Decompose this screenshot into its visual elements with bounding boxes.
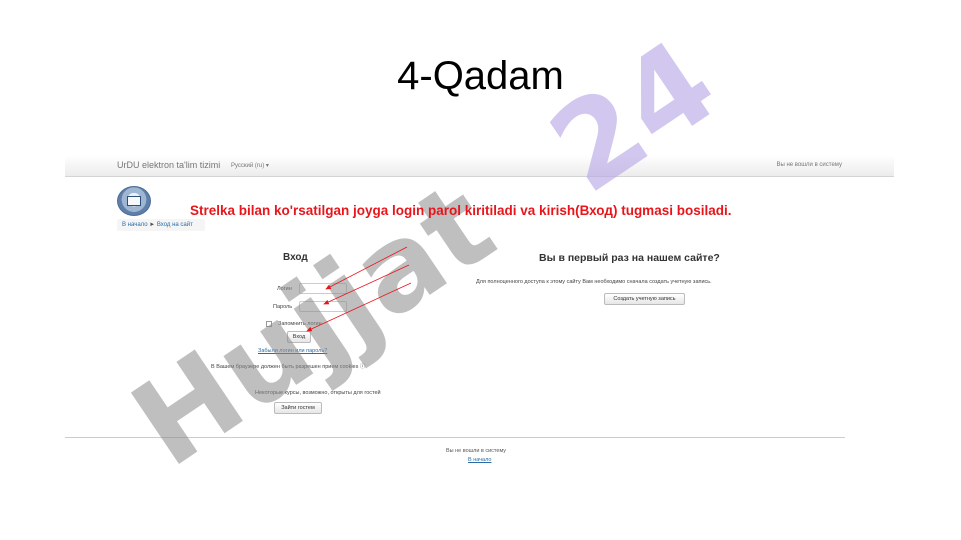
cookies-note: В Вашем браузере должен быть разрешен пр…	[211, 364, 366, 370]
site-brand[interactable]: UrDU elektron ta'lim tizimi	[117, 160, 220, 170]
footer-divider	[65, 437, 845, 438]
breadcrumb-home-link[interactable]: В начало	[122, 222, 148, 228]
university-logo	[117, 186, 151, 216]
signup-text: Для полноценного доступа к этому сайту В…	[476, 279, 712, 285]
breadcrumb: В начало ► Вход на сайт	[117, 219, 205, 231]
username-label: Логин	[277, 286, 292, 292]
login-heading: Вход	[283, 252, 308, 263]
logo-building-icon	[127, 196, 141, 206]
breadcrumb-current-link[interactable]: Вход на сайт	[157, 222, 193, 228]
login-submit-button[interactable]: Вход	[287, 331, 311, 343]
instruction-text: Strelka bilan ko'rsatilgan joyga login p…	[190, 203, 732, 218]
signup-heading: Вы в первый раз на нашем сайте?	[539, 252, 720, 264]
footer-login-info: Вы не вошли в систему	[446, 448, 507, 454]
create-account-button[interactable]: Создать учетную запись	[604, 293, 685, 305]
breadcrumb-separator-icon: ►	[149, 222, 156, 228]
password-input[interactable]	[299, 301, 347, 312]
remember-login-checkbox[interactable]	[266, 321, 272, 327]
top-navbar: UrDU elektron ta'lim tizimi Русский (ru)…	[65, 155, 894, 177]
language-menu[interactable]: Русский (ru) ▾	[231, 162, 269, 169]
slide-title: 4-Qadam	[397, 54, 564, 98]
remember-login-label: Запомнить логин	[278, 321, 322, 327]
navbar-login-info: Вы не вошли в систему	[776, 162, 842, 168]
password-label: Пароль	[273, 304, 293, 310]
guest-access-note: Некоторые курсы, возможно, открыты для г…	[255, 390, 381, 396]
username-input[interactable]	[299, 283, 347, 294]
guest-login-button[interactable]: Зайти гостем	[274, 402, 322, 414]
footer-home-link[interactable]: В начало	[468, 457, 491, 463]
forgot-password-link[interactable]: Забыли логин или пароль?	[258, 348, 327, 354]
